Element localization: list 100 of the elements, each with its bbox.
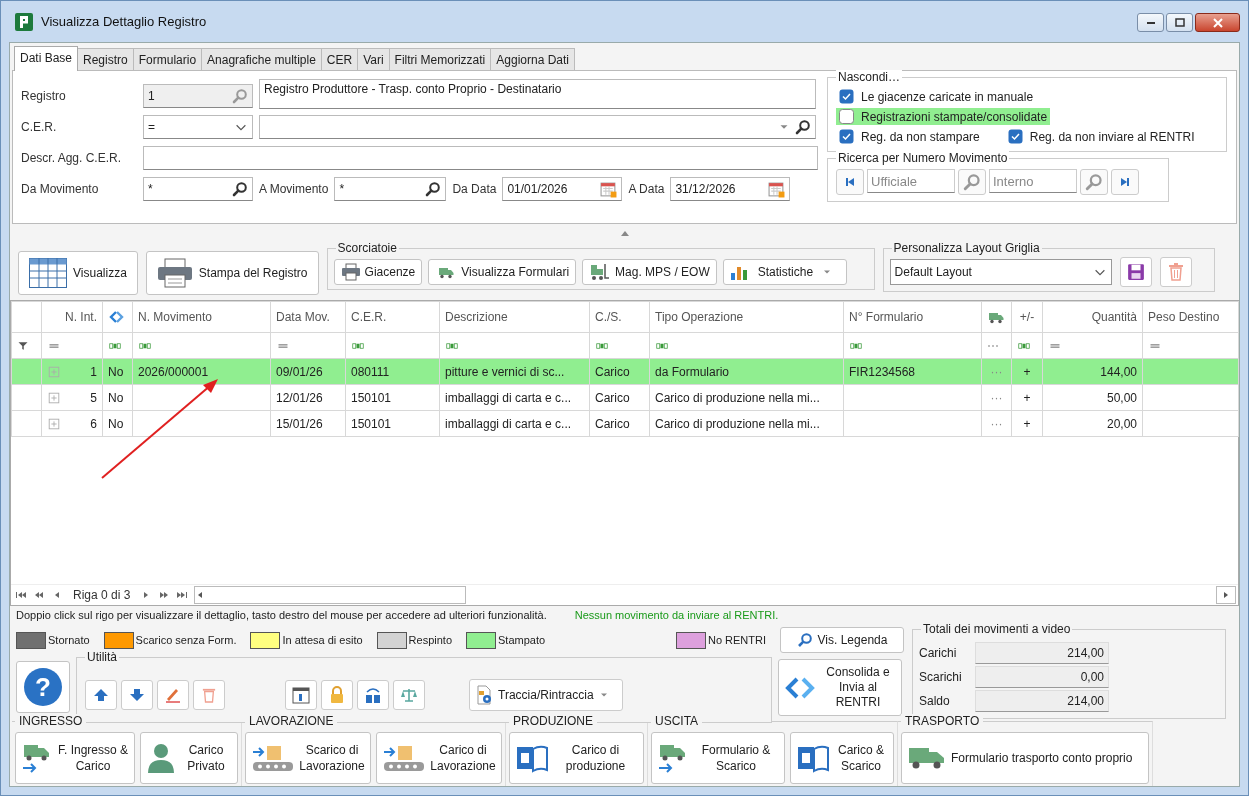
total-value: 214,00 [975, 642, 1109, 664]
tab[interactable]: Registro [77, 48, 134, 70]
table-row[interactable]: 6 No 15/01/26 150101 imballaggi di carta e c... Carico Carico di produzione nella mi... ··· + 20,00 [11, 410, 1239, 437]
column-header[interactable]: Data Mov. [270, 301, 346, 333]
legend-label: No RENTRI [707, 634, 766, 646]
column-header[interactable]: Tipo Operazione [649, 301, 844, 333]
a-movimento-field[interactable]: * [334, 177, 447, 201]
close-button[interactable] [1195, 13, 1240, 32]
search-field[interactable]: Interno [989, 169, 1077, 193]
close-icon [1211, 17, 1224, 28]
action-button[interactable]: F. Ingresso & Carico [15, 732, 135, 784]
registro-description-field[interactable]: Registro Produttore - Trasp. conto Proprio - Destinatario [259, 79, 816, 109]
action-button[interactable]: Carico Privato [140, 732, 238, 784]
table-cell: 080111 [345, 358, 440, 385]
action-button[interactable]: Scarico di Lavorazione [245, 732, 371, 784]
shortcut-button[interactable]: Visualizza Formulari [428, 259, 577, 285]
skip-forward-icon [1119, 176, 1131, 188]
action-button[interactable]: Carico & Scarico [790, 732, 894, 784]
legend-label: Respinto [408, 634, 452, 646]
tab[interactable]: Vari [357, 48, 390, 70]
maximize-button[interactable] [1166, 13, 1193, 32]
table-cell: 150101 [345, 410, 440, 437]
tab[interactable]: Filtri Memorizzati [388, 48, 492, 70]
app-icon [15, 12, 33, 31]
toolbar-button[interactable]: Stampa del Registro [145, 251, 319, 295]
operator-dropdown[interactable]: = [143, 115, 253, 139]
up-arrow-icon [93, 687, 109, 703]
tab[interactable]: Aggiorna Dati [490, 48, 575, 70]
action-button[interactable]: Formulario & Scarico [651, 732, 785, 784]
checked-box-icon [1007, 129, 1023, 144]
search-field[interactable]: Ufficiale [867, 169, 955, 193]
table-cell: da Formulario [649, 358, 844, 385]
table-cell: 15/01/26 [270, 410, 346, 437]
legend-button[interactable]: Vis. Legenda [780, 627, 904, 653]
total-label: Scarichi [919, 670, 963, 684]
column-header[interactable]: Descrizione [439, 301, 590, 333]
checkbox[interactable]: Reg. da non inviare al RENTRI [1004, 128, 1198, 145]
calendar-button[interactable] [285, 680, 317, 710]
date-field[interactable]: 31/12/2026 [670, 177, 791, 201]
first-record-icon[interactable] [15, 589, 27, 601]
shortcut-button[interactable]: Statistiche [722, 259, 847, 285]
action-button[interactable]: Formulario trasporto conto proprio [901, 732, 1149, 784]
table-cell: 12/01/26 [270, 384, 346, 411]
column-header[interactable]: +/- [1011, 301, 1043, 333]
shortcut-button[interactable]: Mag. MPS / EOW [582, 259, 717, 285]
column-header[interactable]: C./S. [589, 301, 650, 333]
registro-code-field[interactable]: 1 [143, 84, 253, 108]
column-header[interactable]: N. Int. [41, 301, 103, 333]
table-cell: Carico [589, 384, 650, 411]
last-record-icon[interactable] [176, 589, 189, 601]
consolida-button[interactable]: Consolida e Invia al RENTRI [778, 659, 902, 716]
scroll-right-button[interactable] [1216, 586, 1236, 604]
tab[interactable]: Anagrafiche multiple [201, 48, 322, 70]
action-button[interactable]: Carico di Lavorazione [376, 732, 502, 784]
minimize-icon [1146, 21, 1155, 24]
save-button[interactable] [1119, 257, 1152, 287]
date-field[interactable]: 01/01/2026 [502, 177, 623, 201]
trace-dropdown[interactable]: Traccia/Rintraccia [469, 679, 623, 711]
column-header[interactable]: Peso Destino [1142, 301, 1239, 333]
first-button[interactable] [836, 169, 864, 195]
sort-button[interactable] [357, 680, 389, 710]
table-cell: FIR1234568 [843, 358, 982, 385]
move-down-button[interactable] [121, 680, 153, 710]
previous-page-icon[interactable] [33, 589, 45, 601]
checkbox[interactable]: Registrazioni stampate/consolidate [836, 108, 1051, 125]
group-title: Personalizza Layout Griglia [891, 241, 1042, 255]
column-header[interactable]: C.E.R. [345, 301, 440, 333]
move-up-button[interactable] [85, 680, 117, 710]
minimize-button[interactable] [1137, 13, 1164, 32]
tab[interactable]: Dati Base [14, 46, 79, 71]
collapse-caret-icon[interactable] [620, 230, 629, 236]
da-movimento-field[interactable]: * [143, 177, 253, 201]
column-header[interactable]: N° Formulario [843, 301, 982, 333]
search-icon [795, 119, 811, 135]
toolbar-button[interactable]: Visualizza [18, 251, 138, 295]
table-row[interactable]: 5 No 12/01/26 150101 imballaggi di carta e c... Carico Carico di produzione nella mi... ··· + 50,00 [11, 384, 1239, 411]
column-header[interactable]: N. Movimento [132, 301, 271, 333]
search-button[interactable] [958, 169, 986, 195]
checkbox[interactable]: Le giacenze caricate in manuale [836, 88, 1037, 105]
group-title: Utilità [85, 650, 119, 664]
search-button[interactable] [1080, 169, 1108, 195]
table-row[interactable]: 1 No 2026/000001 09/01/26 080111 pitture e vernici di sc... Carico da Formulario FIR1234568 ··· + 144,00 [11, 358, 1239, 385]
help-button[interactable]: ? [16, 661, 70, 713]
edit-button[interactable] [157, 680, 189, 710]
shortcut-button[interactable]: Giacenze [333, 259, 423, 285]
scrollbar[interactable] [194, 586, 467, 604]
sort-icon [364, 686, 382, 704]
calendar-icon [768, 180, 786, 198]
total-label: Saldo [919, 694, 951, 708]
tab[interactable]: CER [320, 48, 359, 70]
column-header[interactable]: Quantità [1042, 301, 1143, 333]
cer-combo-field[interactable] [259, 115, 816, 139]
descr-agg-field[interactable] [143, 146, 818, 170]
checkbox[interactable]: Reg. da non stampare [836, 128, 983, 145]
section-title: USCITA [651, 714, 703, 728]
layout-dropdown[interactable]: Default Layout [889, 259, 1112, 285]
tab[interactable]: Formulario [132, 48, 203, 70]
action-button[interactable]: Carico di produzione [509, 732, 644, 784]
last-button[interactable] [1111, 169, 1139, 195]
calendar-icon [600, 180, 618, 198]
